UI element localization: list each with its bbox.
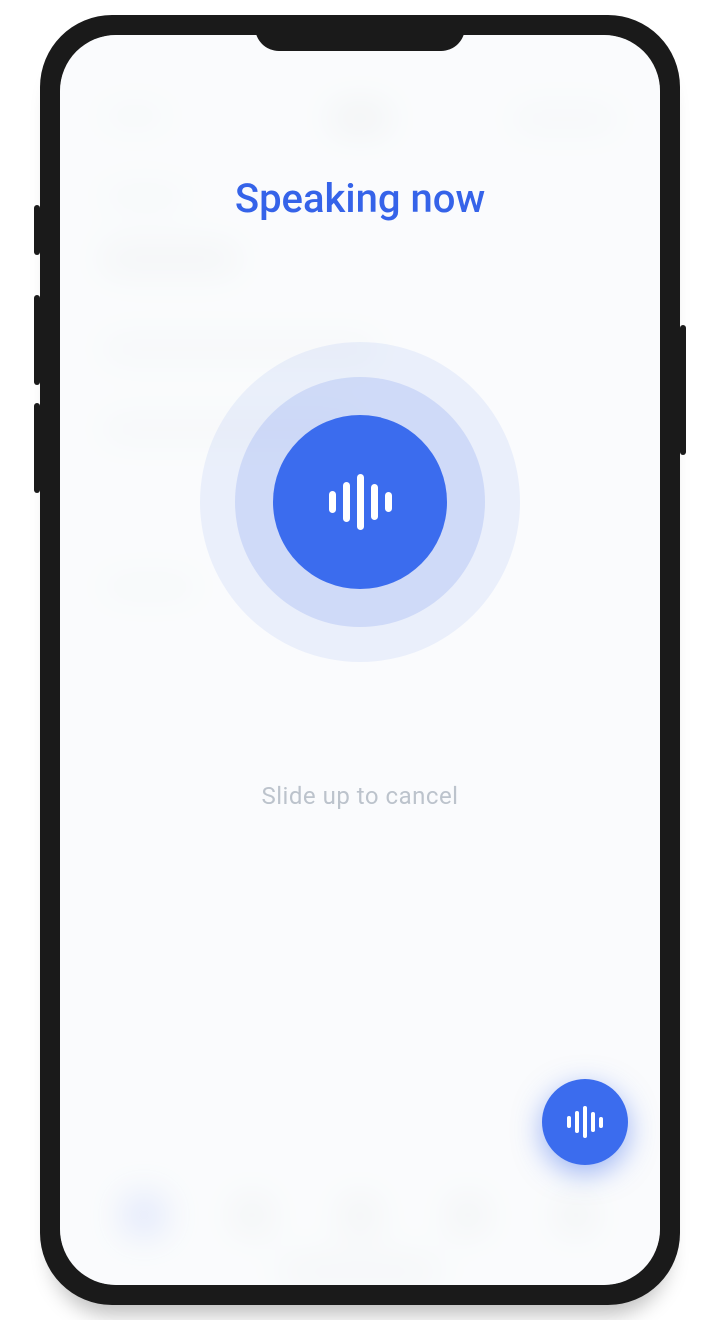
voice-button[interactable] [273,415,447,589]
waveform-icon [567,1106,603,1138]
speaking-status-label: Speaking now [235,175,485,222]
phone-side-button [680,325,686,455]
voice-capture-overlay[interactable]: Speaking now Slide up to cancel [60,35,660,1285]
phone-side-button [34,205,40,255]
phone-frame: Speaking now Slide up to cancel [40,15,680,1305]
waveform-icon [329,474,392,530]
phone-side-button [34,295,40,385]
voice-fab-button[interactable] [542,1079,628,1165]
phone-side-button [34,403,40,493]
screen: Speaking now Slide up to cancel [60,35,660,1285]
cancel-hint-label: Slide up to cancel [261,782,458,810]
voice-visualizer [200,342,520,662]
